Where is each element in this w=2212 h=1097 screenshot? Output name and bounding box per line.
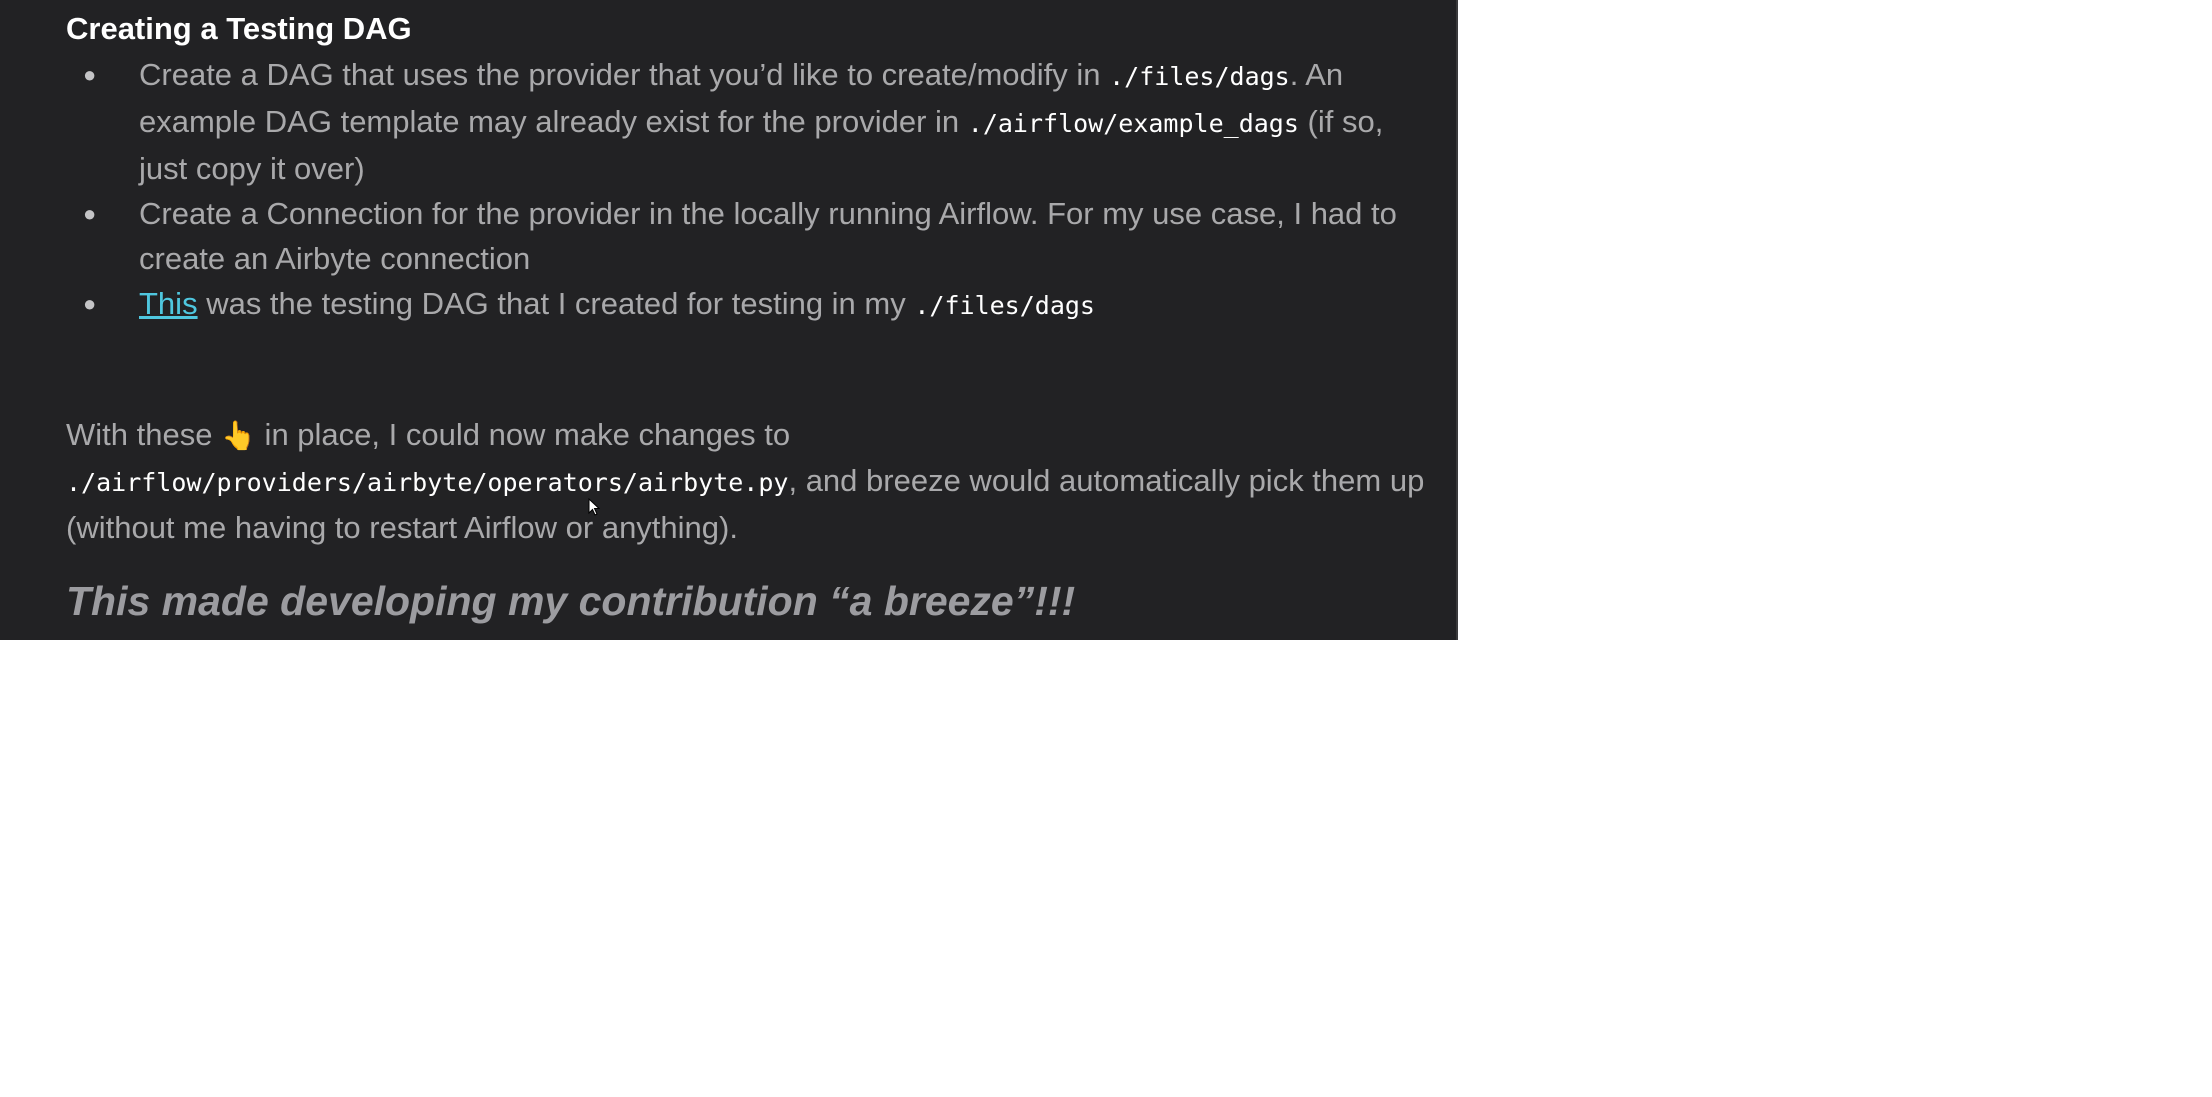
bullet-text: was the testing DAG that I created for t…: [197, 286, 915, 321]
bullet-dot: ●: [83, 201, 97, 226]
testing-dag-link[interactable]: This: [139, 286, 198, 321]
summary-paragraph: With these 👆 in place, I could now make …: [66, 412, 1446, 550]
list-item: ● Create a Connection for the provider i…: [66, 191, 1406, 281]
bullet-dot: ●: [83, 62, 97, 87]
pointing-up-hand-icon: 👆: [221, 420, 256, 451]
bullet-dot: ●: [83, 291, 97, 316]
bullet-list: ● Create a DAG that uses the provider th…: [66, 52, 1406, 328]
inline-code: ./airflow/example_dags: [967, 109, 1299, 138]
paragraph-text: in place, I could now make changes to: [255, 417, 791, 452]
bullet-text: Create a Connection for the provider in …: [139, 196, 1397, 276]
paragraph-text: With these: [66, 417, 222, 452]
inline-code: ./airflow/providers/airbyte/operators/ai…: [66, 468, 789, 497]
mouse-pointer-icon: [588, 498, 600, 516]
list-item: ● This was the testing DAG that I create…: [66, 281, 1406, 328]
closing-statement: This made developing my contribution “a …: [66, 578, 1076, 624]
inline-code: ./files/dags: [914, 291, 1095, 320]
bullet-text: Create a DAG that uses the provider that…: [139, 57, 1110, 92]
document-slide: Creating a Testing DAG ● Create a DAG th…: [0, 0, 1458, 640]
list-item: ● Create a DAG that uses the provider th…: [66, 52, 1406, 191]
section-heading: Creating a Testing DAG: [66, 11, 412, 46]
inline-code: ./files/dags: [1109, 62, 1290, 91]
